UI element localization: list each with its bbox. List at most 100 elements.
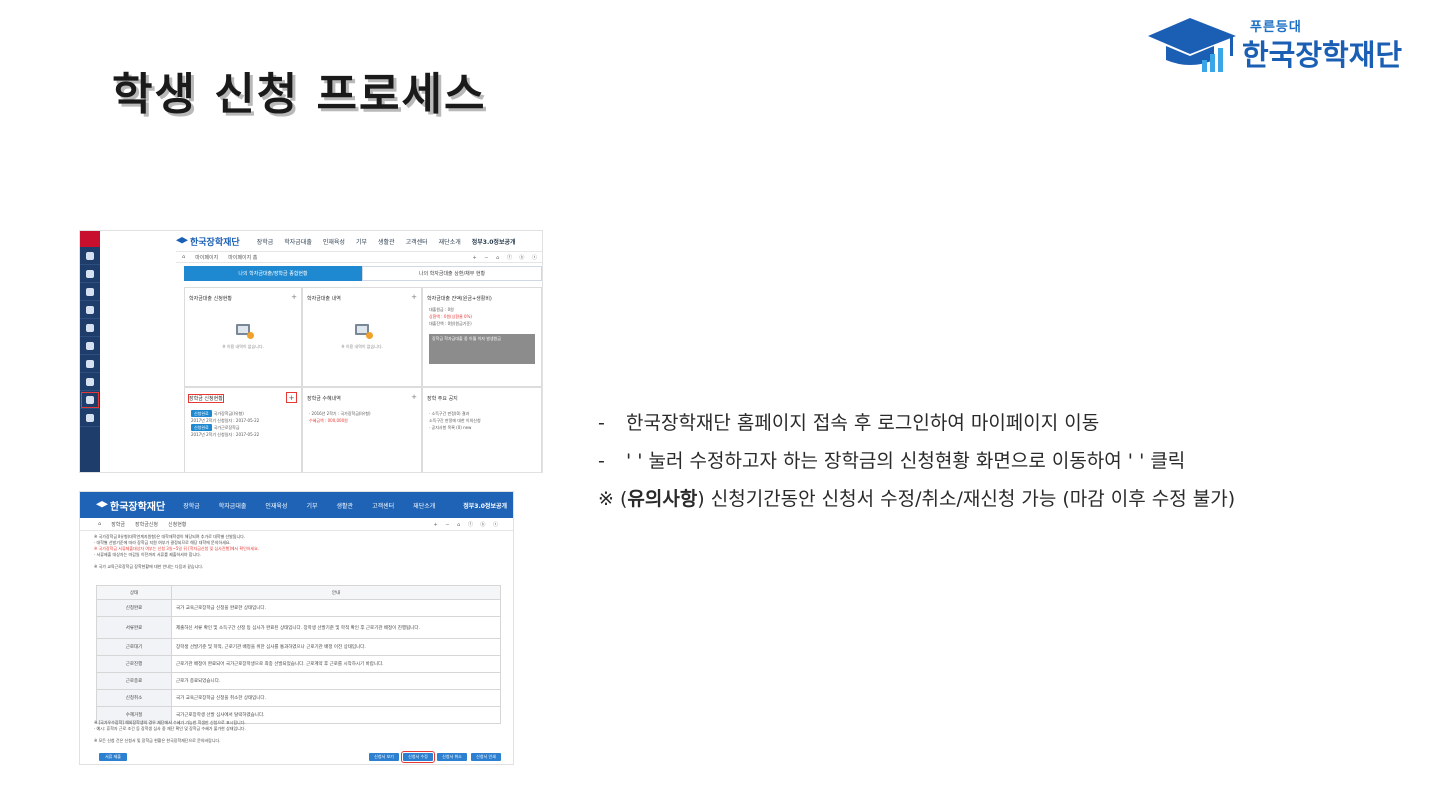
sidebar-item-mypage[interactable]: [80, 391, 100, 409]
more-button[interactable]: +: [411, 394, 417, 402]
received-line: 수혜금액 : 000,000원: [309, 418, 348, 423]
nav-item[interactable]: 장학금: [183, 501, 200, 510]
empty-text: ※ 이용 내역이 없습니다.: [222, 344, 264, 349]
card-loan-status: 학자금대출 신청현황 + ※ 이용 내역이 없습니다.: [184, 287, 302, 387]
breadcrumb-item[interactable]: 신청현황: [168, 521, 186, 528]
search-icon: [86, 251, 94, 260]
logo-cap-icon: [96, 501, 108, 508]
sidebar-item-doc[interactable]: [80, 373, 100, 391]
card-title: 장학금 수혜내역: [307, 396, 341, 402]
people-icon: [86, 341, 94, 350]
application-status-screenshot: 한국장학재단 장학금 학자금대출 인재육성 기부 생활관 고객센터 재단소개 정…: [79, 491, 514, 765]
table-header: 상태: [96, 585, 172, 600]
submit-docs-button[interactable]: 서류 제출: [99, 753, 127, 761]
status-cell: 서류완료: [96, 616, 172, 639]
card-loan-history: 학자금대출 내역 + ※ 이용 내역이 없습니다.: [302, 287, 422, 387]
status-cell: 신청취소: [96, 689, 172, 707]
notice-block: ※ 국가장학금 Ⅱ유형(대학연계지원형)은 대학재학생이 해당되며 추가로 대학…: [94, 534, 504, 570]
nav-item[interactable]: 인재육성: [265, 501, 287, 510]
top-navigation: 한국장학재단 장학금 학자금대출 인재육성 기부 생활관 고객센터 재단소개 정…: [80, 492, 513, 518]
print-application-button[interactable]: 신청서 인쇄: [471, 753, 501, 761]
edit-application-button[interactable]: 신청서 수정: [401, 751, 435, 763]
nav-item[interactable]: 재단소개: [413, 501, 435, 510]
sidebar-item-more[interactable]: [80, 409, 100, 427]
home-icon[interactable]: ⌂: [182, 254, 185, 260]
nav-item[interactable]: 재단소개: [439, 237, 461, 246]
nav-gov-link[interactable]: 정부3.0정보공개: [463, 501, 507, 510]
card-title: 학자금대출 내역: [307, 296, 341, 302]
sidebar-item-consult[interactable]: [80, 301, 100, 319]
breadcrumb-item[interactable]: 마이페이지: [195, 254, 218, 261]
balance-line: 상환액 : 0원(상환율 0%): [429, 314, 472, 319]
table-header-row: 상태 안내: [96, 585, 501, 600]
notice-line: ※ 국가 교육근로장학금 장학현황에 대한 안내는 다음과 같습니다.: [94, 564, 204, 569]
table-row: 근로진행 근로기관 배정이 완료되어 국가근로장학생으로 최종 선발되었습니다. …: [96, 655, 501, 673]
logo-name: 한국장학재단: [1242, 38, 1403, 72]
site-logo[interactable]: 한국장학재단: [96, 498, 165, 513]
mypage-screenshot: 한국장학재단 장학금 학자금대출 인재육성 기부 생활관 고객센터 재단소개 정…: [79, 230, 543, 473]
status-cell: 근로종료: [96, 672, 172, 690]
description-block: - 한국장학재단 홈페이지 접속 후 로그인하여 마이페이지 이동 - ' ' 눌러…: [598, 404, 1408, 518]
card-title: 학자금대출 신청현황: [189, 296, 232, 302]
received-line: · 2016년 2학기 : 국가장학금(Ⅰ유형): [309, 411, 371, 416]
breadcrumb: ⌂ 마이페이지 마이페이지 홈 + − ⌂ ⓕ ⓑ ⓣ: [176, 251, 542, 263]
empty-text: ※ 이용 내역이 없습니다.: [341, 344, 383, 349]
caution-prefix: ※ (: [598, 488, 628, 510]
scholarship-item[interactable]: 국가장학금(Ⅰ유형): [214, 411, 244, 416]
scholarship-item[interactable]: 국가근로장학금: [214, 425, 240, 430]
nav-item[interactable]: 학자금대출: [284, 237, 312, 246]
sidebar-item-people[interactable]: [80, 337, 100, 355]
site-logo[interactable]: 한국장학재단: [176, 235, 240, 248]
breadcrumb-item[interactable]: 장학금: [111, 521, 125, 528]
page-controls[interactable]: + − ⌂ ⓕ ⓑ ⓣ: [434, 521, 502, 528]
card-title: 장학 주요 공지: [427, 396, 458, 402]
nav-item[interactable]: 고객센터: [406, 237, 428, 246]
nav-item[interactable]: 생활관: [378, 237, 395, 246]
more-button[interactable]: +: [411, 294, 417, 302]
compass-icon: [86, 287, 94, 296]
table-header: 안내: [171, 585, 501, 600]
nav-gov-link[interactable]: 정부3.0정보공개: [472, 237, 516, 246]
page-controls[interactable]: + − ⌂ ⓕ ⓑ ⓣ: [473, 254, 541, 261]
tab-summary[interactable]: 나의 학자금대출/장학금 종합현황: [184, 266, 362, 281]
mypage-tabs: 나의 학자금대출/장학금 종합현황 나의 학자금대출 상환/채무 현황: [184, 266, 542, 281]
breadcrumb-item[interactable]: 장학금신청: [135, 521, 158, 528]
sidebar-item-search[interactable]: [80, 247, 100, 265]
status-guide-table: 상태 안내 신청완료 국가 교육근로장학금 신청을 완료한 상태입니다. 서류완료…: [96, 585, 501, 724]
nav-item[interactable]: 기부: [306, 501, 317, 510]
more-button[interactable]: +: [291, 294, 297, 302]
nav-item[interactable]: 고객센터: [372, 501, 394, 510]
sidebar-item-bank[interactable]: [80, 355, 100, 373]
nav-item[interactable]: 학자금대출: [219, 501, 247, 510]
site-logo-text: 한국장학재단: [190, 237, 240, 248]
scholarship-more-button[interactable]: +: [286, 392, 297, 403]
sidebar-item-site[interactable]: [80, 265, 100, 283]
menu-icon: [86, 413, 94, 422]
card-scholarship-status: 장학금 신청현황 + 신청완료 국가장학금(Ⅰ유형) 2017년 2학기 신청일자…: [184, 387, 302, 472]
scholarship-sub: 2017년 2학기 신청일자 : 2017-05-22: [191, 418, 260, 423]
table-row: 신청취소 국가 교육근로장학금 신청을 취소한 상태입니다.: [96, 689, 501, 707]
tab-repayment[interactable]: 나의 학자금대출 상환/채무 현황: [362, 266, 542, 281]
card-scholarship-received: 장학금 수혜내역 + · 2016년 2학기 : 국가장학금(Ⅰ유형) 수혜금액 …: [302, 387, 422, 472]
table-row: 신청완료 국가 교육근로장학금 신청을 완료한 상태입니다.: [96, 599, 501, 617]
monitor-icon: [86, 305, 94, 314]
card-title-highlighted[interactable]: 장학금 신청현황: [188, 394, 224, 403]
quick-menu-sidebar: [80, 231, 100, 472]
balance-line: 대출원금 : 0원: [429, 307, 454, 312]
notice-line[interactable]: · 공지사항 목록 (0) new: [429, 424, 535, 431]
nav-item[interactable]: 기부: [356, 237, 367, 246]
view-application-button[interactable]: 신청서 보기: [369, 753, 399, 761]
notice-line[interactable]: · 소득구간 판정(0) 결과: [429, 410, 535, 417]
breadcrumb-item[interactable]: 마이페이지 홈: [228, 254, 257, 261]
cancel-application-button[interactable]: 신청서 취소: [437, 753, 467, 761]
sidebar-item-info[interactable]: [80, 283, 100, 301]
nav-item[interactable]: 인재육성: [323, 237, 345, 246]
home-icon[interactable]: ⌂: [98, 521, 101, 527]
table-row: 근로대기 장학생 선발기준 및 학적, 근로기관 배정을 위한 심사를 통과하였으…: [96, 638, 501, 656]
nav-item[interactable]: 생활관: [337, 501, 354, 510]
status-badge: 신청완료: [191, 410, 212, 417]
nav-item[interactable]: 장학금: [257, 237, 274, 246]
status-badge: 신청완료: [191, 424, 212, 431]
notice-line[interactable]: 소득구간 판정에 대한 이의신청: [429, 417, 535, 424]
sidebar-item-scholar[interactable]: [80, 319, 100, 337]
